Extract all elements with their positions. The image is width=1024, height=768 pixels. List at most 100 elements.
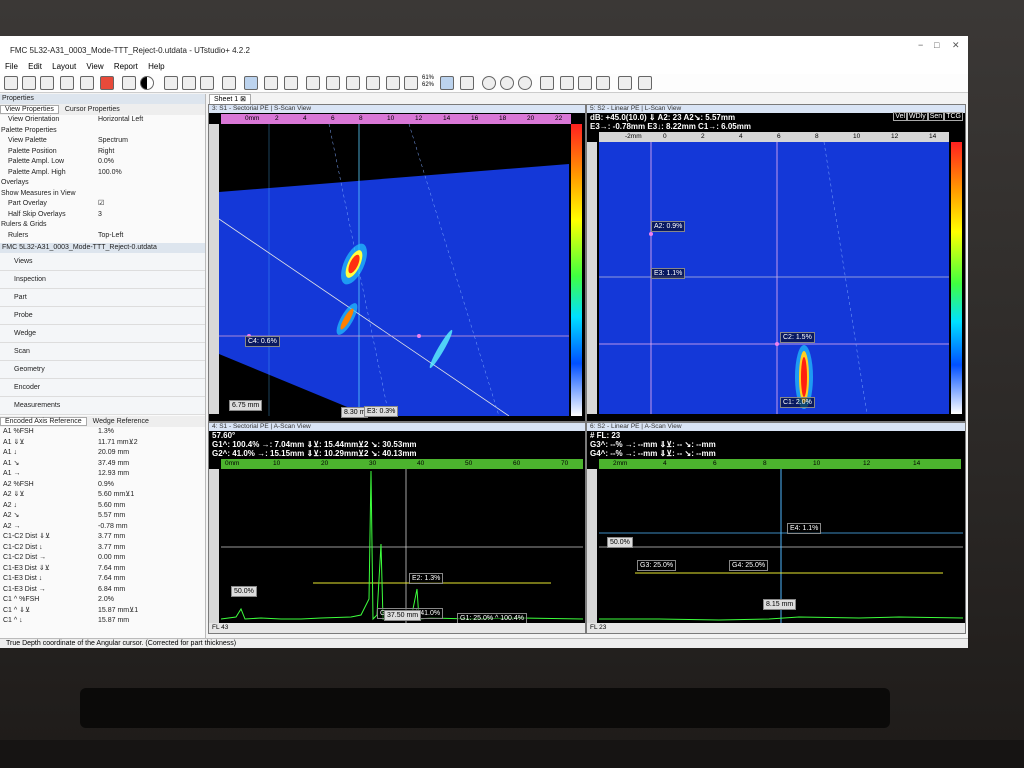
nav-item-measurements[interactable]: Measurements — [0, 397, 205, 415]
wdly-button[interactable]: WDly — [907, 112, 928, 121]
tab-cursor-properties[interactable]: Cursor Properties — [61, 106, 124, 113]
ruler-tick-label: 6 — [713, 460, 717, 467]
maximize-icon[interactable]: □ — [934, 40, 939, 50]
e3-cursor-label[interactable]: E3: 1.1% — [651, 268, 686, 279]
ascan-s1-pos-readout: 37.50 mm — [384, 610, 422, 621]
nav-item-scan[interactable]: Scan — [0, 343, 205, 361]
nav-item-wedge[interactable]: Wedge — [0, 325, 205, 343]
vel-button[interactable]: Vel — [893, 112, 908, 121]
edit-chart-icon[interactable] — [244, 76, 258, 90]
table-icon[interactable] — [346, 76, 360, 90]
percent-icon[interactable] — [404, 76, 418, 90]
menu-layout[interactable]: Layout — [52, 62, 76, 71]
tab-view-properties[interactable]: View Properties — [0, 105, 59, 114]
c2-cursor-label[interactable]: C2: 1.5% — [780, 332, 815, 343]
probe-icon[interactable] — [306, 76, 320, 90]
units-icon[interactable] — [122, 76, 136, 90]
page-icon[interactable] — [264, 76, 278, 90]
gate-icon[interactable] — [440, 76, 454, 90]
open-folder-icon[interactable] — [22, 76, 36, 90]
expand-icon[interactable] — [578, 76, 592, 90]
ascan-s2-fl[interactable]: FL 23 — [587, 623, 965, 633]
sen-button[interactable]: Sen — [927, 112, 945, 121]
c1-cursor-label[interactable]: C1: 2.0% — [780, 397, 815, 408]
property-row[interactable]: Rulers Top-Left — [0, 231, 205, 242]
move-icon[interactable] — [560, 76, 574, 90]
collapse-icon[interactable] — [596, 76, 610, 90]
region-icon[interactable] — [200, 76, 214, 90]
ruler-tick-label: 14 — [929, 133, 937, 140]
sscan-image — [219, 124, 569, 416]
a2-cursor-label[interactable]: A2: 0.9% — [651, 221, 686, 232]
screenshot-icon[interactable] — [222, 76, 236, 90]
add-note-icon[interactable] — [618, 76, 632, 90]
open-file-icon[interactable] — [40, 76, 54, 90]
property-row[interactable]: Part Overlay ☑ — [0, 199, 205, 210]
zoom-in-icon[interactable] — [482, 76, 496, 90]
nav-item-views[interactable]: Views — [0, 253, 205, 271]
property-row[interactable]: Palette Properties — [0, 126, 205, 137]
property-key: Show Measures in View — [1, 189, 76, 197]
nav-item-encoder[interactable]: Encoder — [0, 379, 205, 397]
measurement-value: 37.49 mm — [98, 459, 130, 467]
menu-edit[interactable]: Edit — [28, 62, 42, 71]
measurement-key: A1 → — [3, 470, 21, 477]
e2-cursor-label[interactable]: E2: 1.3% — [409, 573, 444, 584]
crosshair-icon[interactable] — [540, 76, 554, 90]
measurement-row: A1 %FSH 1.3% — [0, 427, 205, 438]
download-icon[interactable] — [60, 76, 74, 90]
close-icon[interactable]: ✕ — [952, 40, 960, 51]
g3-gate-label[interactable]: G3: 25.0% — [637, 560, 677, 571]
property-value: ☑ — [98, 200, 105, 207]
sscan-view[interactable]: 3: S1 - Sectorial PE | S-Scan View 0mm 2… — [208, 104, 586, 422]
property-row[interactable]: Overlays — [0, 178, 205, 189]
measurement-row: C1-E3 Dist → 6.84 mm — [0, 585, 205, 596]
property-row[interactable]: Palette Ampl. High 100.0% — [0, 168, 205, 179]
property-row[interactable]: Half Skip Overlays 3 — [0, 210, 205, 221]
lscan-view[interactable]: 5: S2 - Linear PE | L-Scan View dB: +45.… — [586, 104, 966, 422]
nav-item-probe[interactable]: Probe — [0, 307, 205, 325]
property-row[interactable]: Rulers & Grids — [0, 220, 205, 231]
pdf-icon[interactable] — [100, 76, 114, 90]
menu-view[interactable]: View — [86, 62, 103, 71]
help-icon[interactable] — [284, 76, 298, 90]
grid-icon[interactable] — [326, 76, 340, 90]
property-row[interactable]: View Orientation Horizontal Left — [0, 115, 205, 126]
zoom-fit-icon[interactable] — [518, 76, 532, 90]
property-key: Rulers & Grids — [1, 221, 47, 228]
nav-item-geometry[interactable]: Geometry — [0, 361, 205, 379]
measurement-row: A2 ↓ 5.60 mm — [0, 501, 205, 512]
contrast-icon[interactable] — [140, 76, 154, 90]
menu-file[interactable]: File — [5, 62, 18, 71]
ascan-sectorial-view[interactable]: 4: S1 - Sectorial PE | A-Scan View 57.60… — [208, 422, 586, 634]
property-row[interactable]: Palette Ampl. Low 0.0% — [0, 157, 205, 168]
export-icon[interactable] — [80, 76, 94, 90]
cursor-select-icon[interactable] — [164, 76, 178, 90]
zoom-out-icon[interactable] — [500, 76, 514, 90]
property-row[interactable]: View Palette Spectrum — [0, 136, 205, 147]
menu-report[interactable]: Report — [114, 62, 138, 71]
cursor-icon[interactable] — [182, 76, 196, 90]
property-row[interactable]: Show Measures in View — [0, 189, 205, 200]
nav-item-part[interactable]: Part — [0, 289, 205, 307]
tab-wedge-reference[interactable]: Wedge Reference — [89, 418, 153, 425]
ruler-tick-label: 20 — [321, 460, 329, 467]
remove-note-icon[interactable] — [638, 76, 652, 90]
c4-cursor-label[interactable]: C4: 0.6% — [245, 336, 280, 347]
menu-help[interactable]: Help — [148, 62, 164, 71]
gauge-icon[interactable] — [366, 76, 380, 90]
e4-cursor-label[interactable]: E4: 1.1% — [787, 523, 822, 534]
ruler-icon[interactable] — [460, 76, 474, 90]
g4-gate-label[interactable]: G4: 25.0% — [729, 560, 769, 571]
ascan-linear-view[interactable]: 6: S2 - Linear PE | A-Scan View # FL: 23… — [586, 422, 966, 634]
calculator-icon[interactable] — [4, 76, 18, 90]
ascan-s2-top-ruler: 2mm 4 6 8 10 12 14 — [599, 459, 961, 469]
tcg-button[interactable]: TCG — [944, 112, 963, 121]
gauge2-icon[interactable] — [386, 76, 400, 90]
property-row[interactable]: Palette Position Right — [0, 147, 205, 158]
tab-encoded-axis[interactable]: Encoded Axis Reference — [0, 417, 87, 426]
nav-item-inspection[interactable]: Inspection — [0, 271, 205, 289]
e3-cursor-label[interactable]: E3: 0.3% — [364, 406, 399, 417]
ascan-s1-fl[interactable]: FL 43 — [209, 623, 585, 633]
minimize-icon[interactable]: − — [918, 40, 923, 50]
